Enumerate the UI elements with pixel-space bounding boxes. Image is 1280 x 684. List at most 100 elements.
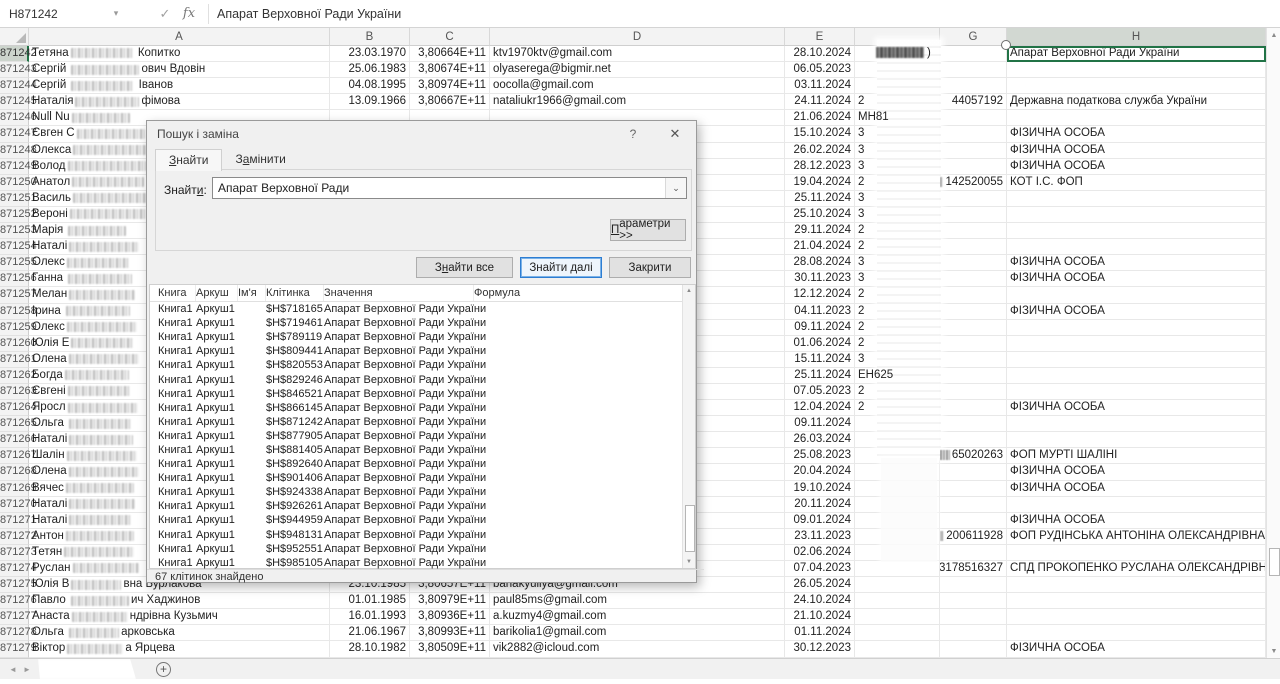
cell-E[interactable]: 25.10.2024 (785, 207, 855, 223)
row-header[interactable]: 871279 (0, 641, 29, 657)
scroll-up-icon[interactable]: ▲ (683, 285, 695, 297)
cell-F[interactable] (855, 561, 940, 577)
results-scrollbar[interactable]: ▲ ▼ (682, 285, 695, 568)
row-header[interactable]: 871262 (0, 368, 29, 384)
row-header[interactable]: 871268 (0, 464, 29, 480)
result-row[interactable]: Книга1Аркуш1$H$718165Апарат Верховної Ра… (150, 302, 695, 316)
column-header-H[interactable]: H (1007, 28, 1266, 46)
cell-G[interactable] (940, 400, 1007, 416)
cell-G[interactable] (940, 191, 1007, 207)
cell-G[interactable] (940, 641, 1007, 657)
cell-E[interactable]: 19.10.2024 (785, 481, 855, 497)
row-header[interactable]: 871253 (0, 223, 29, 239)
cell-E[interactable]: 19.04.2024 (785, 175, 855, 191)
cell-E[interactable]: 03.11.2024 (785, 78, 855, 94)
result-row[interactable]: Книга1Аркуш1$H$952551Апарат Верховної Ра… (150, 542, 695, 556)
result-row[interactable]: Книга1Аркуш1$H$866145Апарат Верховної Ра… (150, 401, 695, 415)
row-header[interactable]: 871256 (0, 271, 29, 287)
cell-B[interactable]: 16.01.1993 (330, 609, 410, 625)
cell-G[interactable] (940, 368, 1007, 384)
cell-H[interactable] (1007, 416, 1266, 432)
cell-H[interactable] (1007, 207, 1266, 223)
cell-H[interactable] (1007, 625, 1266, 641)
cell-H[interactable] (1007, 368, 1266, 384)
cell-G[interactable]: 200611928 (940, 529, 1007, 545)
result-row[interactable]: Книга1Аркуш1$H$829246Апарат Верховної Ра… (150, 372, 695, 386)
cell-H[interactable]: ФІЗИЧНА ОСОБА (1007, 271, 1266, 287)
row-header[interactable]: 871273 (0, 545, 29, 561)
cell-G[interactable] (940, 320, 1007, 336)
column-header-B[interactable]: B (330, 28, 410, 46)
result-row[interactable]: Книга1Аркуш1$H$719461Апарат Верховної Ра… (150, 316, 695, 330)
cell-D[interactable]: nataliukr1966@gmail.com (490, 94, 785, 110)
result-row[interactable]: Книга1Аркуш1$H$877905Апарат Верховної Ра… (150, 429, 695, 443)
cell-E[interactable]: 25.08.2023 (785, 448, 855, 464)
next-sheet-icon[interactable]: ► (20, 665, 34, 674)
cell-B[interactable]: 21.06.1967 (330, 625, 410, 641)
column-header-D[interactable]: D (490, 28, 785, 46)
cell-E[interactable]: 21.06.2024 (785, 110, 855, 126)
cell-E[interactable]: 02.06.2024 (785, 545, 855, 561)
cell-E[interactable]: 28.08.2024 (785, 255, 855, 271)
scroll-down-icon[interactable]: ▼ (683, 556, 695, 568)
cell-G[interactable] (940, 271, 1007, 287)
cell-G[interactable] (940, 336, 1007, 352)
prev-sheet-icon[interactable]: ◄ (6, 665, 20, 674)
row-header[interactable]: 871242 (0, 46, 29, 62)
cell-G[interactable] (940, 625, 1007, 641)
cell-E[interactable]: 12.04.2024 (785, 400, 855, 416)
cell-C[interactable]: 3,80979E+11 (410, 593, 490, 609)
cell-E[interactable]: 09.01.2024 (785, 513, 855, 529)
row-header[interactable]: 871266 (0, 432, 29, 448)
close-icon[interactable]: ✕ (654, 121, 696, 147)
row-header[interactable]: 871260 (0, 336, 29, 352)
row-header[interactable]: 871245 (0, 94, 29, 110)
cell-A[interactable]: Віктора Ярцева (29, 641, 330, 657)
cell-H[interactable]: КОТ І.С. ФОП (1007, 175, 1266, 191)
cell-A[interactable]: Павло ич Хаджинов (29, 593, 330, 609)
cell-E[interactable]: 25.11.2024 (785, 191, 855, 207)
cell-H[interactable]: ФІЗИЧНА ОСОБА (1007, 400, 1266, 416)
insert-function-icon[interactable]: fx (176, 6, 202, 21)
row-header[interactable]: 871272 (0, 529, 29, 545)
cell-H[interactable] (1007, 62, 1266, 78)
result-row[interactable]: Книга1Аркуш1$H$789119Апарат Верховної Ра… (150, 330, 695, 344)
result-row[interactable]: Книга1Аркуш1$H$926261Апарат Верховної Ра… (150, 499, 695, 513)
cell-C[interactable]: 3,80974E+11 (410, 78, 490, 94)
cell-H[interactable] (1007, 191, 1266, 207)
cell-H[interactable] (1007, 432, 1266, 448)
options-button[interactable]: Параметри >> (610, 219, 686, 241)
cell-H[interactable] (1007, 609, 1266, 625)
cell-E[interactable]: 24.11.2024 (785, 94, 855, 110)
column-header-E[interactable]: E (785, 28, 855, 46)
cell-E[interactable]: 15.10.2024 (785, 126, 855, 142)
cell-E[interactable]: 09.11.2024 (785, 320, 855, 336)
cell-E[interactable]: 23.11.2023 (785, 529, 855, 545)
cell-G[interactable]: 3178516327 (940, 561, 1007, 577)
row-header[interactable]: 871267 (0, 448, 29, 464)
select-all-corner[interactable] (0, 28, 29, 46)
tab-replace[interactable]: Замінити (222, 149, 298, 170)
cell-G[interactable] (940, 304, 1007, 320)
cell-H[interactable]: ФОП РУДІНСЬКА АНТОНІНА ОЛЕКСАНДРІВНА (1007, 529, 1266, 545)
cell-B[interactable]: 04.08.1995 (330, 78, 410, 94)
cell-G[interactable] (940, 223, 1007, 239)
scrollbar-thumb[interactable] (685, 505, 695, 552)
scroll-down-icon[interactable]: ▼ (1267, 644, 1280, 658)
cell-H[interactable]: ФОП МУРТІ ШАЛІНІ (1007, 448, 1266, 464)
cell-A[interactable]: Ольга арковська (29, 625, 330, 641)
cell-E[interactable]: 26.03.2024 (785, 432, 855, 448)
cell-E[interactable]: 26.05.2024 (785, 577, 855, 593)
cell-H[interactable] (1007, 384, 1266, 400)
cell-G[interactable] (940, 143, 1007, 159)
find-input-value[interactable]: Апарат Верховної Ради (213, 181, 665, 195)
result-row[interactable]: Книга1Аркуш1$H$871242Апарат Верховної Ра… (150, 415, 695, 429)
cell-G[interactable] (940, 464, 1007, 480)
cell-E[interactable]: 09.11.2024 (785, 416, 855, 432)
row-header[interactable]: 871257 (0, 287, 29, 303)
cell-G[interactable]: 44057192 (940, 94, 1007, 110)
cell-E[interactable]: 21.04.2024 (785, 239, 855, 255)
cell-F[interactable] (855, 593, 940, 609)
cell-D[interactable]: ktv1970ktv@gmail.com (490, 46, 785, 62)
cell-G[interactable] (940, 110, 1007, 126)
